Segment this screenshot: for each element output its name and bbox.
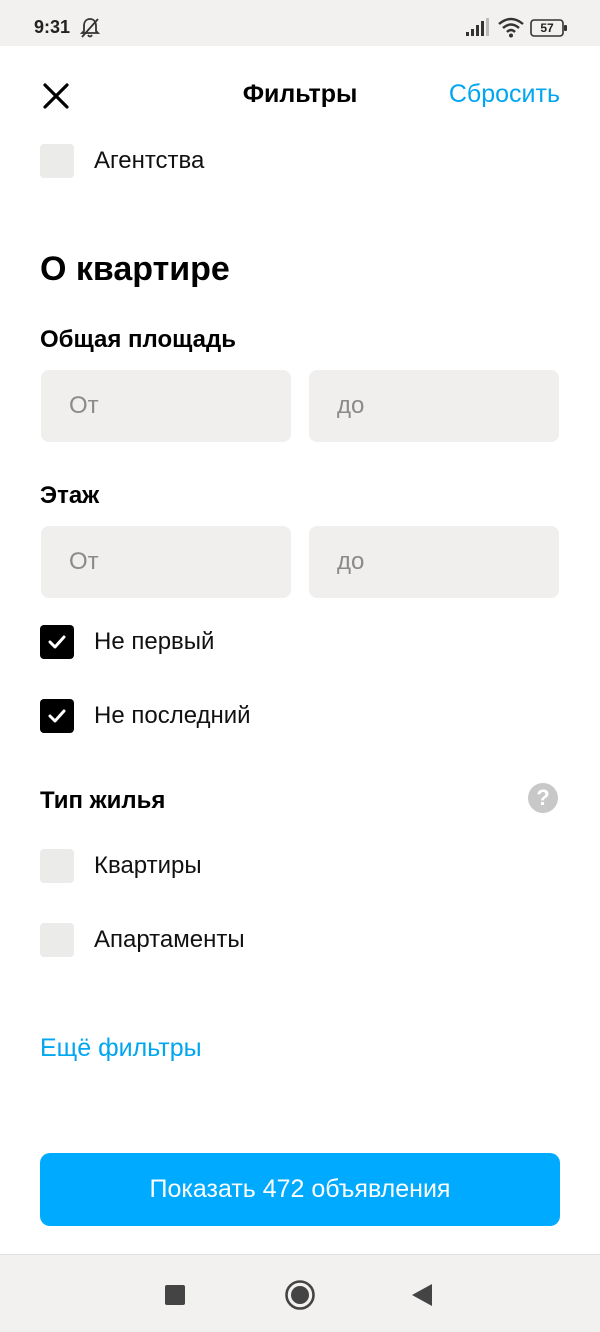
- not-first-checkbox[interactable]: Не первый: [40, 625, 214, 659]
- housing-option-label: Квартиры: [94, 852, 202, 879]
- signal-icon: [466, 18, 489, 36]
- help-icon[interactable]: ?: [528, 783, 558, 813]
- serviced-apartments-checkbox[interactable]: Апартаменты: [40, 923, 245, 957]
- status-time: 9:31: [34, 17, 71, 37]
- checkbox-box-checked[interactable]: [40, 699, 74, 733]
- system-nav-bar: [0, 1254, 600, 1332]
- not-first-label: Не первый: [94, 628, 215, 655]
- floor-to-input[interactable]: [309, 526, 559, 598]
- status-bar: 9:31 57: [0, 0, 600, 46]
- checkbox-box-checked[interactable]: [40, 625, 74, 659]
- home-icon[interactable]: [284, 1279, 316, 1311]
- battery-level: 57: [540, 21, 554, 35]
- apartments-type-checkbox[interactable]: Квартиры: [40, 849, 202, 883]
- checkbox-box[interactable]: [40, 849, 74, 883]
- check-icon: [48, 709, 66, 723]
- agencies-checkbox[interactable]: Агентства: [40, 144, 204, 178]
- battery-icon: 57: [530, 19, 568, 37]
- back-icon[interactable]: [410, 1282, 434, 1308]
- bell-muted-icon: [80, 18, 100, 38]
- total-area-label: Общая площадь: [40, 326, 237, 353]
- agencies-label: Агентства: [94, 147, 205, 174]
- checkbox-box[interactable]: [40, 144, 74, 178]
- housing-type-label: Тип жилья: [40, 787, 166, 814]
- not-last-checkbox[interactable]: Не последний: [40, 699, 251, 733]
- more-filters-link[interactable]: Ещё фильтры: [40, 1034, 202, 1063]
- floor-from-input[interactable]: [41, 526, 291, 598]
- check-icon: [48, 635, 66, 649]
- housing-option-label: Апартаменты: [94, 926, 245, 953]
- show-results-button[interactable]: Показать 472 объявления: [40, 1153, 560, 1226]
- area-from-input[interactable]: [41, 370, 291, 442]
- filters-header: Фильтры Сбросить: [0, 46, 600, 142]
- not-last-label: Не последний: [94, 702, 251, 729]
- area-to-input[interactable]: [309, 370, 559, 442]
- section-title-apartment: О квартире: [40, 250, 230, 288]
- recents-icon[interactable]: [165, 1285, 185, 1305]
- checkbox-box[interactable]: [40, 923, 74, 957]
- wifi-icon: [498, 17, 524, 38]
- floor-label: Этаж: [40, 482, 100, 509]
- reset-button[interactable]: Сбросить: [449, 80, 560, 109]
